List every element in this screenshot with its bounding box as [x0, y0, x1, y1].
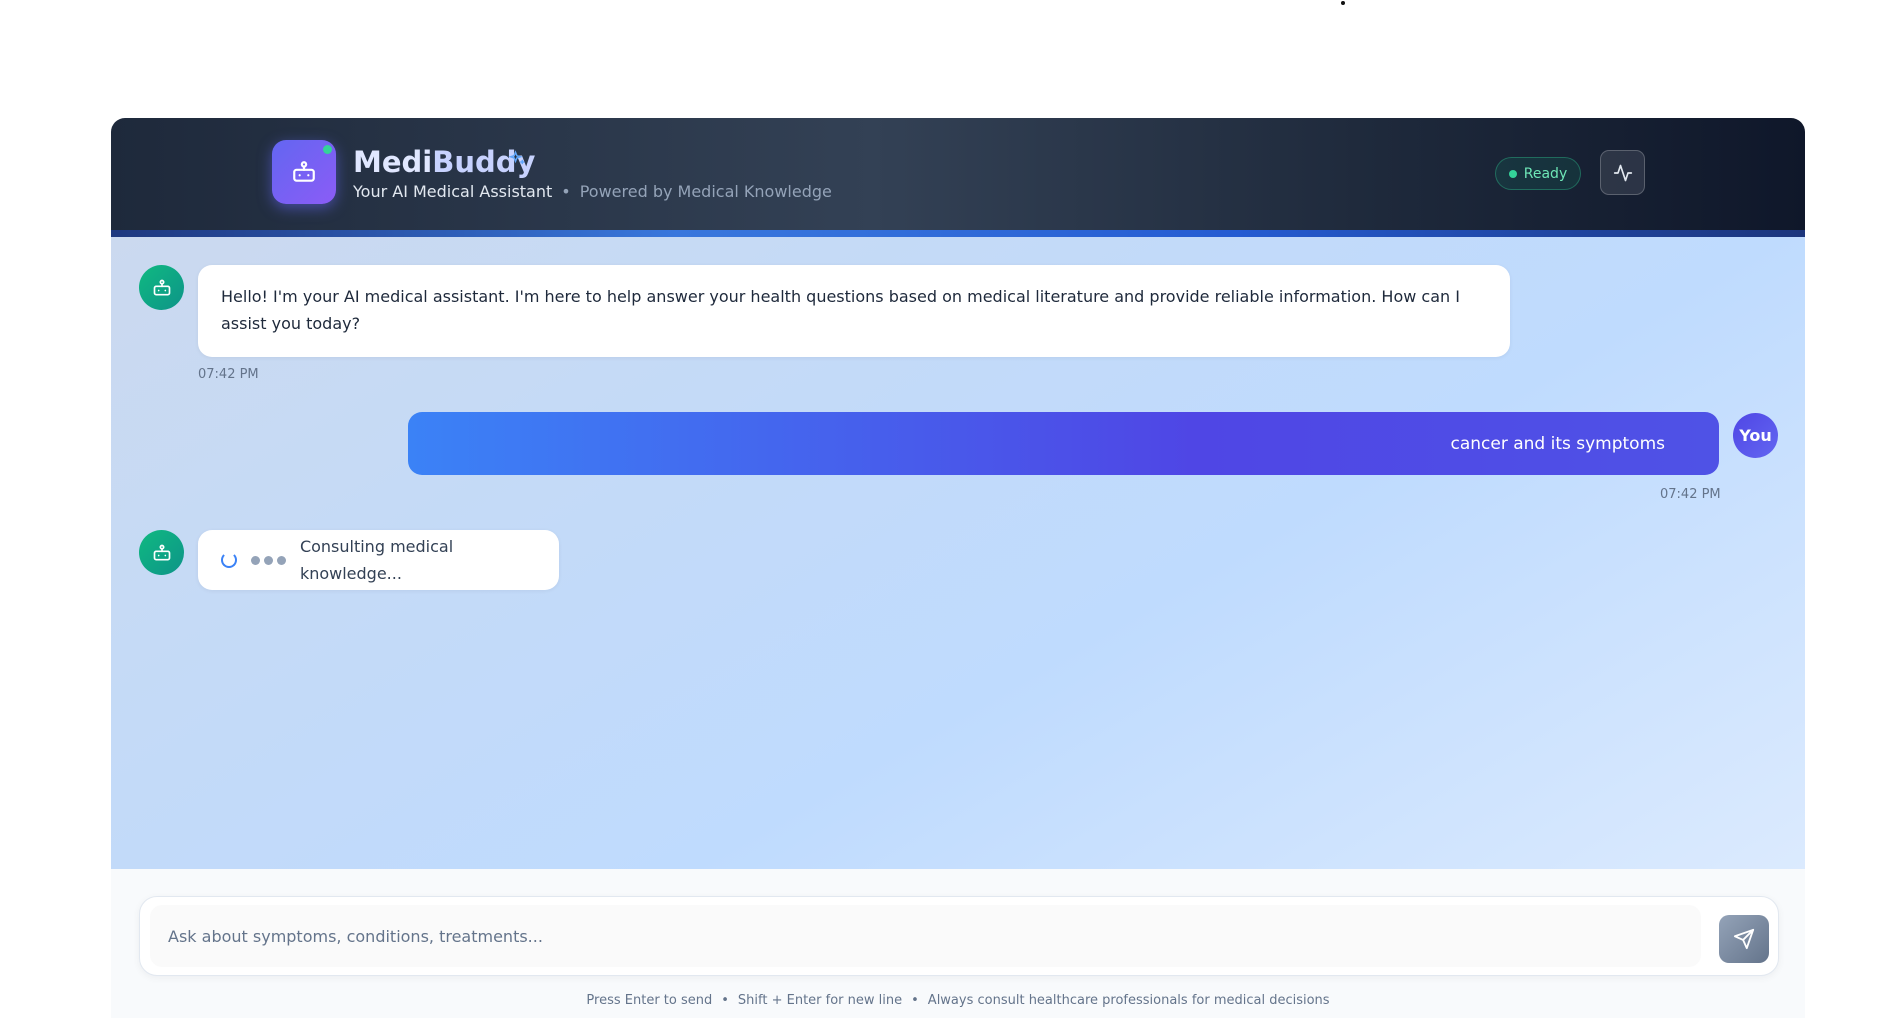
activity-icon [1613, 164, 1632, 181]
assistant-message-text: Hello! I'm your AI medical assistant. I'… [221, 287, 1460, 333]
message-list[interactable]: Hello! I'm your AI medical assistant. I'… [111, 237, 1805, 869]
assistant-avatar [139, 265, 184, 310]
loading-spinner-icon [221, 552, 237, 568]
chat-app: MediBuddy Your AI Medical Assistant • Powe… [111, 118, 1805, 1018]
input-field-wrapper [150, 905, 1701, 967]
assistant-message: Hello! I'm your AI medical assistant. I'… [198, 265, 1510, 357]
stray-dot [1341, 1, 1345, 5]
hint-newline: Shift + Enter for new line [737, 993, 903, 1008]
hint-disclaimer: Always consult healthcare professionals … [927, 993, 1330, 1008]
subtitle-secondary: Powered by Medical Knowledge [579, 182, 832, 201]
app-logo [272, 140, 336, 204]
loading-text: Consulting medical knowledge... [299, 537, 454, 583]
message-timestamp: 07:42 PM [198, 367, 259, 382]
bot-icon [293, 161, 315, 182]
user-message-text: cancer and its symptoms [1450, 433, 1665, 454]
status-dot [1508, 169, 1517, 178]
hint-separator: • [911, 993, 919, 1008]
user-message: cancer and its symptoms [408, 412, 1719, 475]
subtitle-separator: • [561, 182, 571, 201]
header-accent-line [111, 230, 1805, 237]
assistant-loading-message: Consulting medical knowledge... [198, 530, 559, 590]
input-container [139, 896, 1779, 976]
brand-title: MediBuddy [353, 145, 535, 179]
message-input[interactable] [150, 905, 1701, 967]
message-timestamp: 07:42 PM [1660, 487, 1721, 502]
bot-icon [153, 544, 170, 560]
hint-separator: • [721, 993, 729, 1008]
activity-button[interactable] [1600, 150, 1645, 195]
bot-icon [153, 279, 170, 295]
send-button[interactable] [1719, 915, 1769, 963]
sparkles-icon [508, 150, 525, 165]
composer-hints: Press Enter to send • Shift + Enter for ne… [111, 993, 1805, 1008]
user-avatar: You [1733, 413, 1778, 458]
header-subtitle: Your AI Medical Assistant • Powered by Med… [353, 182, 832, 201]
assistant-avatar [139, 530, 184, 575]
send-icon [1733, 928, 1755, 950]
typing-dots-icon [250, 555, 286, 565]
status-badge: Ready [1495, 157, 1581, 190]
app-header: MediBuddy Your AI Medical Assistant • Powe… [111, 118, 1805, 237]
subtitle-primary: Your AI Medical Assistant [353, 182, 553, 201]
composer: Press Enter to send • Shift + Enter for ne… [111, 869, 1805, 1018]
hint-send: Press Enter to send [586, 993, 713, 1008]
status-label: Ready [1523, 165, 1568, 182]
online-indicator [323, 145, 332, 154]
brand-name-first: Medi [353, 145, 433, 179]
